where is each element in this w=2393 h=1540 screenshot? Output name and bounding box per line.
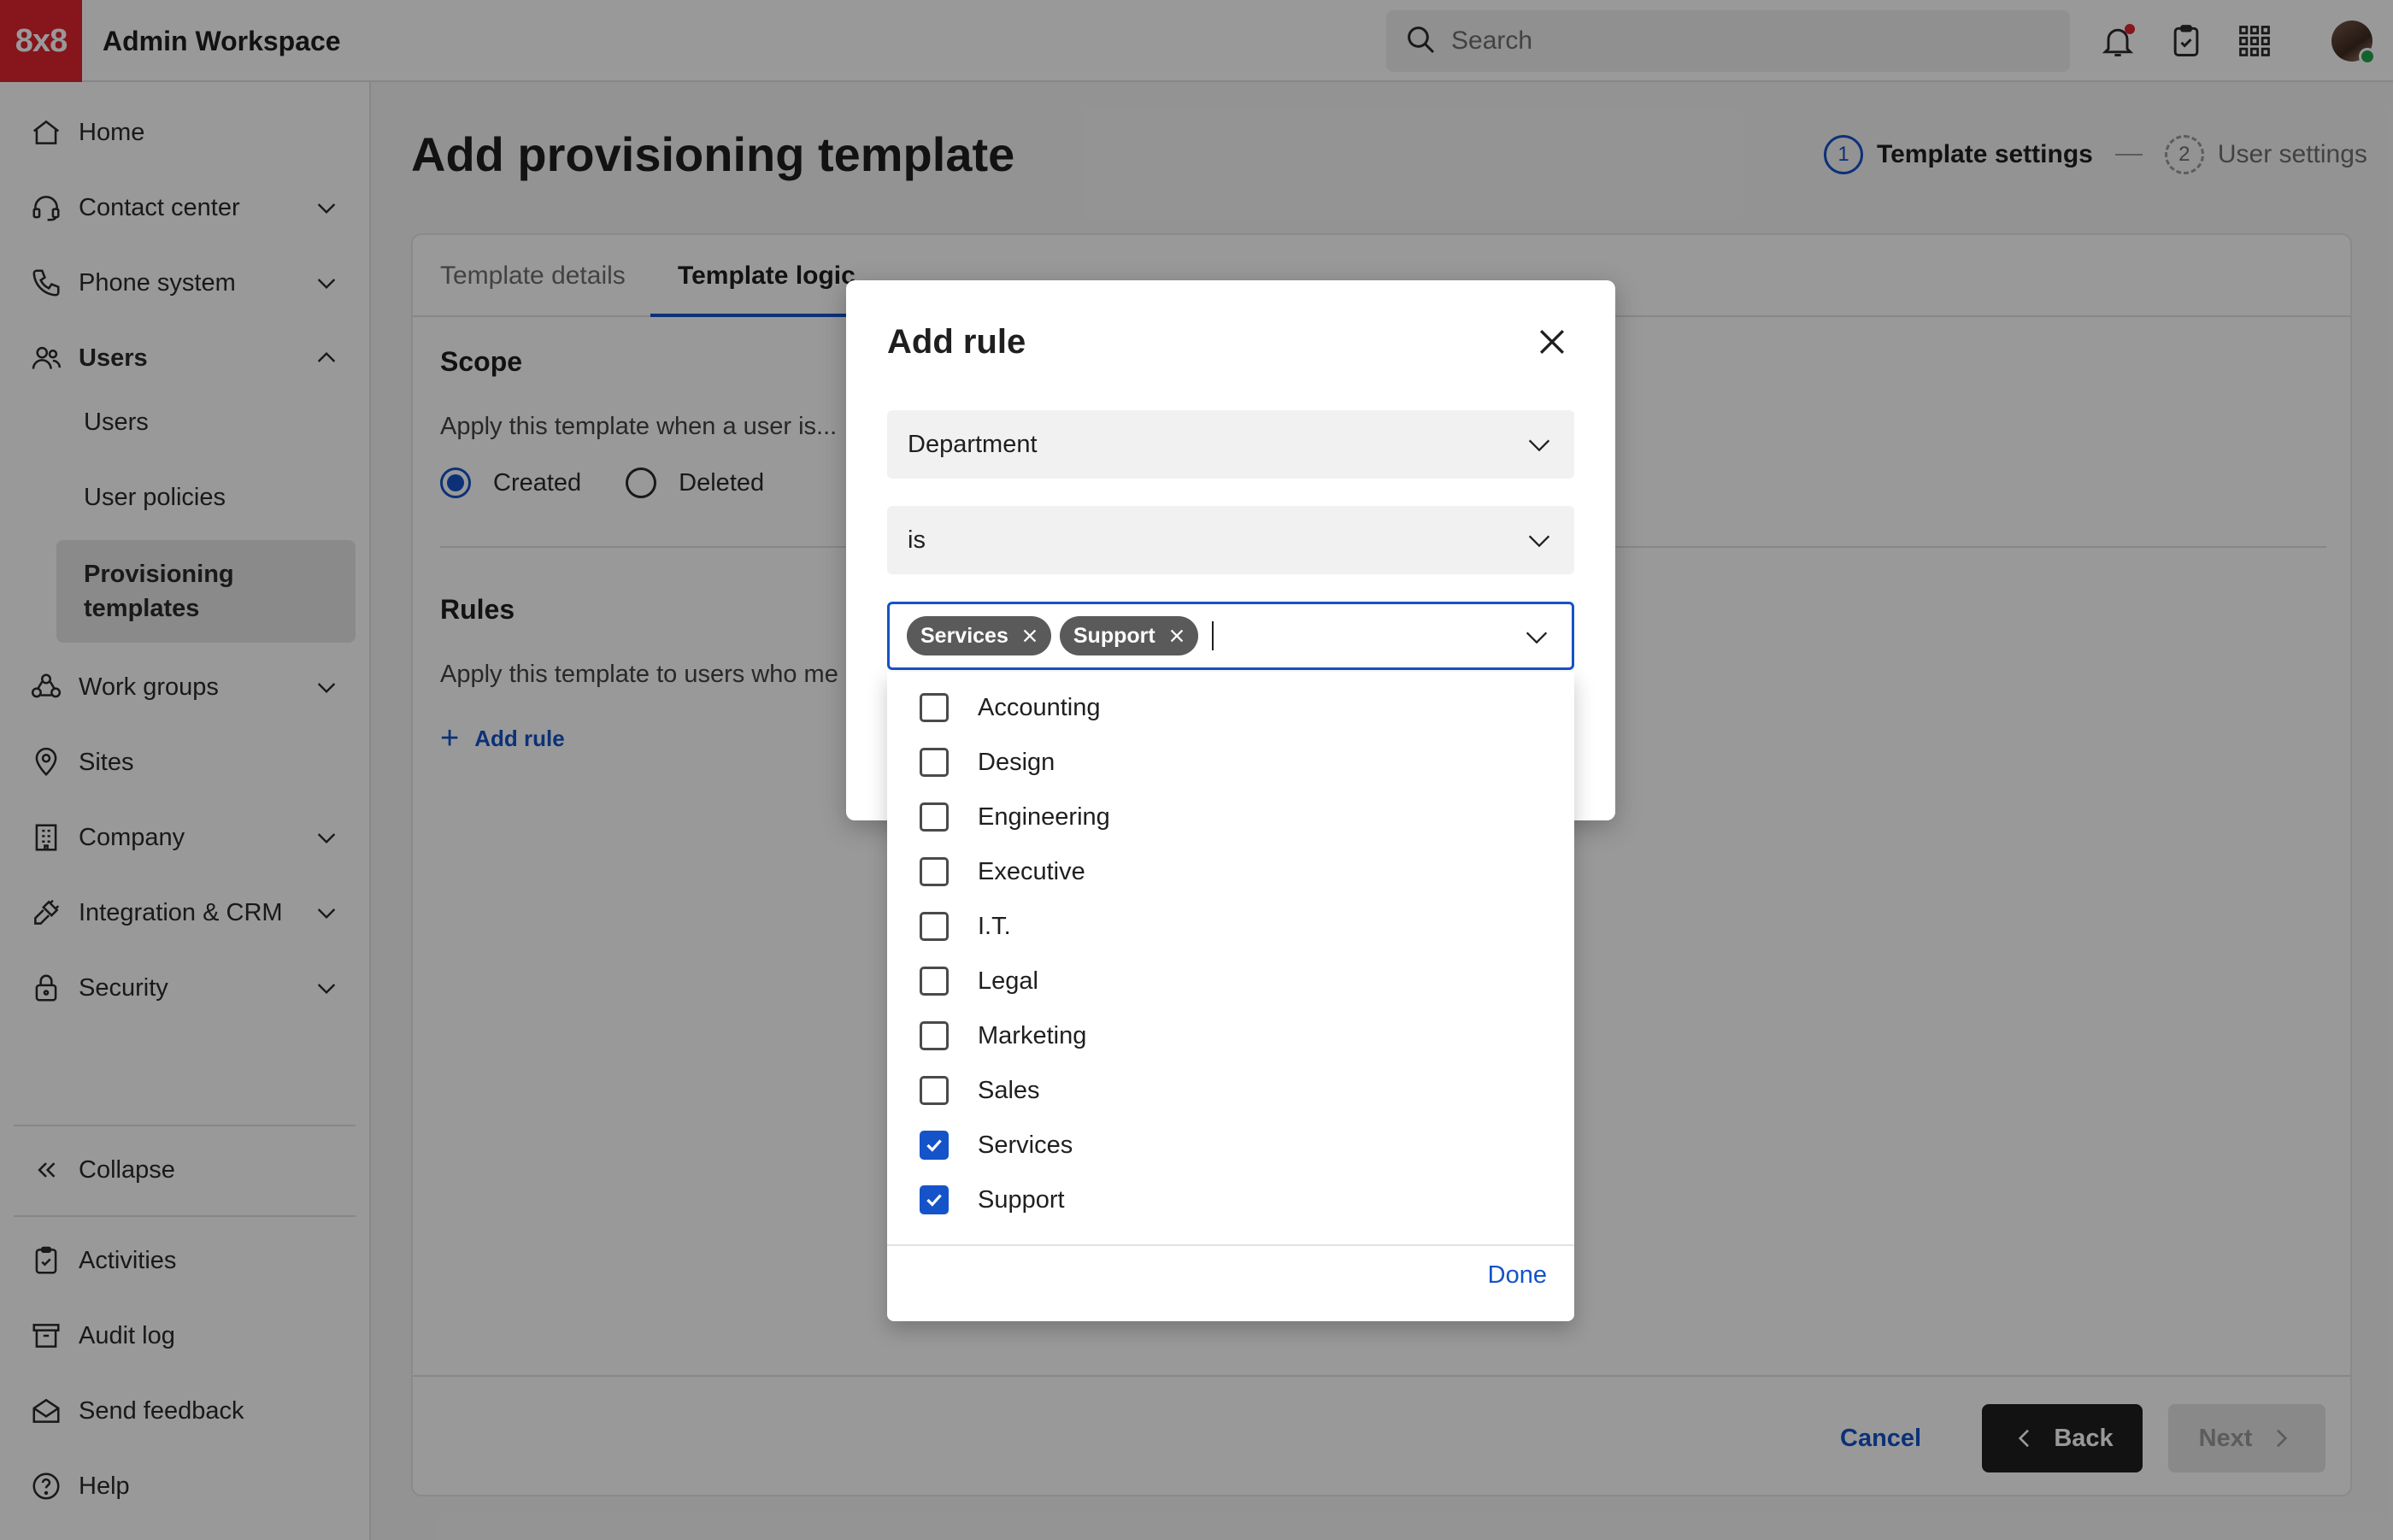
list-item[interactable]: Legal: [920, 954, 1552, 1008]
close-icon[interactable]: [1533, 323, 1571, 361]
list-item[interactable]: Executive: [920, 844, 1552, 899]
operator-select-value: is: [908, 526, 926, 554]
list-item[interactable]: Services: [920, 1118, 1552, 1173]
checkmark-icon: [926, 1194, 942, 1207]
chevron-down-icon: [1526, 632, 1548, 644]
list-item[interactable]: Accounting: [920, 680, 1552, 735]
list-item[interactable]: Design: [920, 735, 1552, 790]
value-multiselect[interactable]: Services Support: [887, 602, 1574, 670]
checkbox[interactable]: [920, 912, 949, 941]
field-select-value: Department: [908, 430, 1038, 458]
checkbox[interactable]: [920, 857, 949, 886]
checkbox[interactable]: [920, 802, 949, 832]
list-item[interactable]: Support: [920, 1173, 1552, 1227]
list-item[interactable]: Marketing: [920, 1008, 1552, 1063]
list-item[interactable]: I.T.: [920, 899, 1552, 954]
field-select[interactable]: Department: [887, 410, 1574, 479]
modal-title: Add rule: [887, 323, 1026, 361]
dropdown-divider: [887, 1244, 1574, 1246]
chevron-down-icon: [1528, 535, 1550, 548]
list-item[interactable]: Sales: [920, 1063, 1552, 1118]
checkbox-checked[interactable]: [920, 1185, 949, 1214]
remove-chip-icon[interactable]: [1020, 626, 1039, 645]
chip-services: Services: [907, 616, 1051, 655]
list-item[interactable]: Engineering: [920, 790, 1552, 844]
checkmark-icon: [926, 1139, 942, 1152]
checkbox[interactable]: [920, 967, 949, 996]
remove-chip-icon[interactable]: [1167, 626, 1186, 645]
checkbox[interactable]: [920, 1021, 949, 1050]
text-cursor: [1211, 621, 1214, 650]
checkbox[interactable]: [920, 748, 949, 777]
chevron-down-icon: [1528, 439, 1550, 452]
checkbox[interactable]: [920, 693, 949, 722]
checkbox-checked[interactable]: [920, 1131, 949, 1160]
operator-select[interactable]: is: [887, 506, 1574, 574]
done-button[interactable]: Done: [1488, 1261, 1547, 1290]
checkbox[interactable]: [920, 1076, 949, 1105]
department-options-list: Accounting Design Engineering Executive …: [887, 672, 1574, 1321]
chip-support: Support: [1059, 616, 1198, 655]
